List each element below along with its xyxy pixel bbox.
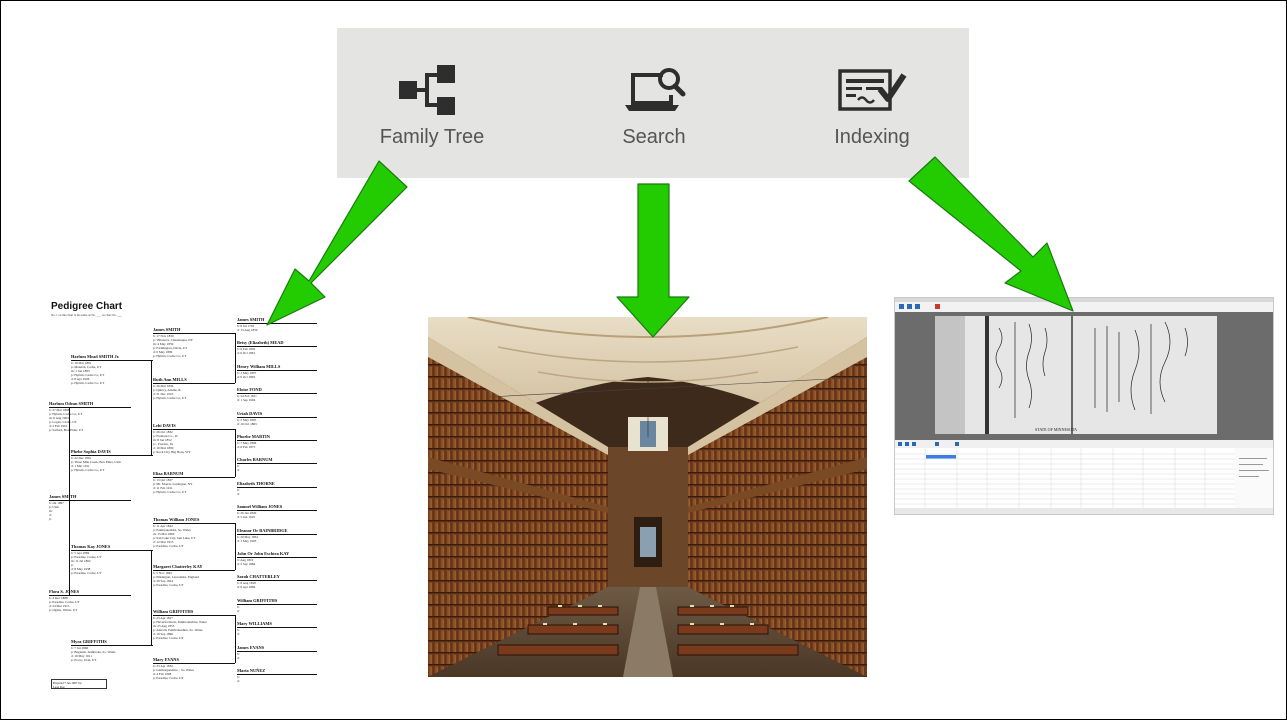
arrow-to-indexing	[908, 156, 1074, 312]
slide: Family Tree Search Indexing Pedigree Cha…	[0, 0, 1287, 720]
arrow-to-pedigree	[266, 160, 408, 326]
arrow-to-library	[616, 183, 690, 338]
arrows-layer	[266, 156, 1074, 338]
